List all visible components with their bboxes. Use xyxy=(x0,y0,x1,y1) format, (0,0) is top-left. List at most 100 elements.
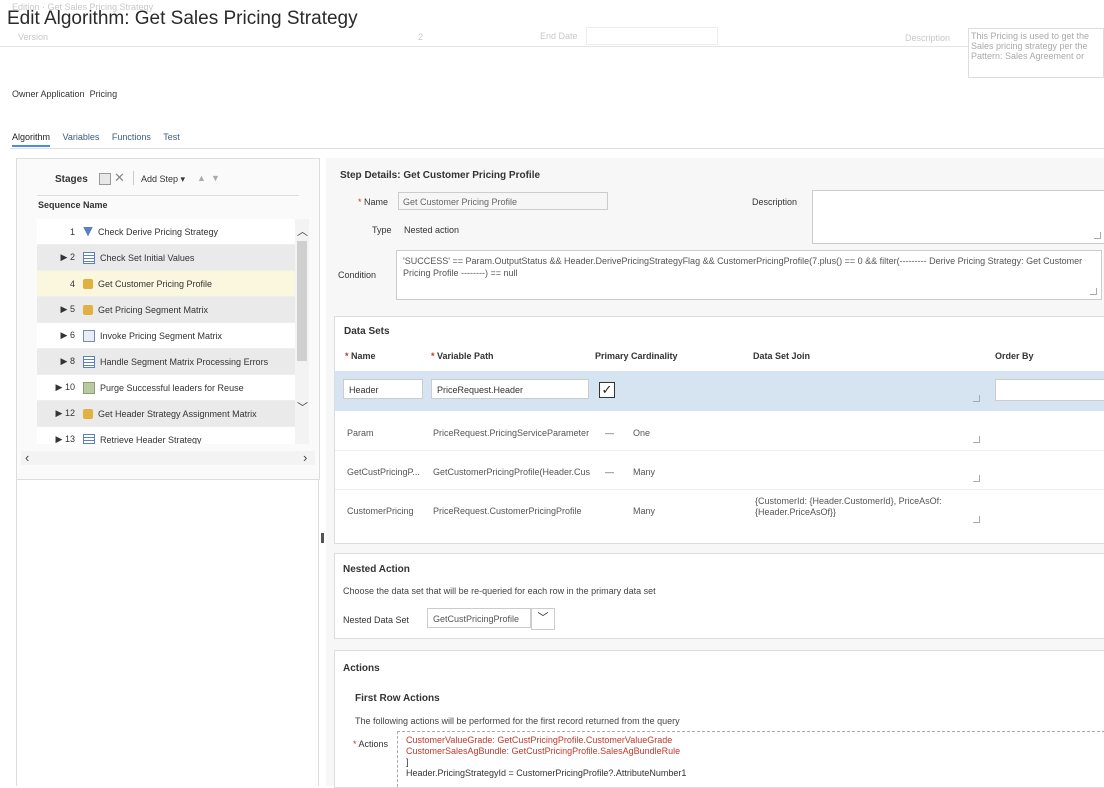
stage-seq: 13 xyxy=(64,434,75,444)
resize-handle[interactable] xyxy=(1090,288,1097,295)
version-label: Version xyxy=(18,32,49,42)
move-up-icon[interactable]: ▲ xyxy=(197,173,206,183)
filter-icon xyxy=(83,226,93,237)
order-by-input[interactable] xyxy=(995,379,1104,401)
vertical-scrollbar[interactable]: ︿ ﹀ xyxy=(295,219,309,444)
variable-path-input[interactable]: PriceRequest.Header xyxy=(431,379,589,399)
actions-panel: Actions First Row Actions The following … xyxy=(334,650,1104,788)
stages-title: Stages xyxy=(55,174,88,185)
scroll-thumb[interactable] xyxy=(297,241,307,361)
type-label: Type xyxy=(372,225,392,235)
col-primary: Primary xyxy=(595,351,629,361)
delete-icon[interactable]: ✕ xyxy=(114,170,125,186)
stage-row[interactable]: ▶ 12 Get Header Strategy Assignment Matr… xyxy=(37,401,295,427)
expand-icon[interactable]: ▶ xyxy=(61,330,68,340)
resize-handle[interactable] xyxy=(973,516,980,523)
stage-seq: 12 xyxy=(64,408,75,418)
chevron-down-icon[interactable]: ﹀ xyxy=(531,608,555,630)
stage-row[interactable]: ▶ 13 Retrieve Header Strategy xyxy=(37,427,295,444)
description-field-top[interactable]: This Pricing is used to get the Sales pr… xyxy=(968,28,1104,78)
table-row[interactable]: Param PriceRequest.PricingServiceParamet… xyxy=(335,412,1104,451)
tab-algorithm[interactable]: Algorithm xyxy=(12,132,51,147)
cardinality: Many xyxy=(633,506,656,516)
col-cardinality: Cardinality xyxy=(631,351,678,361)
end-date-input[interactable] xyxy=(586,27,718,45)
scroll-up-icon[interactable]: ︿ xyxy=(297,223,308,239)
primary-checkbox[interactable]: ✓ xyxy=(599,382,615,398)
scroll-right-icon[interactable]: › xyxy=(303,450,307,465)
splitter-handle[interactable] xyxy=(321,533,324,543)
scroll-left-icon[interactable]: ‹ xyxy=(25,450,29,465)
horizontal-scrollbar[interactable]: ‹ › xyxy=(21,450,315,465)
nested-data-set-select[interactable]: GetCustPricingProfile xyxy=(427,608,531,628)
table-icon xyxy=(83,433,95,444)
owner-application: Owner Application Pricing xyxy=(12,89,117,99)
stage-row[interactable]: ▶ 10 Purge Successful leaders for Reuse xyxy=(37,375,295,401)
divider xyxy=(318,480,319,786)
stage-name: Check Set Initial Values xyxy=(100,252,195,263)
lookup-icon xyxy=(83,304,93,315)
resize-handle[interactable] xyxy=(973,436,980,443)
toolbar-separator xyxy=(133,171,134,185)
expand-icon[interactable]: ▶ xyxy=(56,434,63,444)
tab-variables[interactable]: Variables xyxy=(63,132,100,142)
resize-handle[interactable] xyxy=(973,395,980,402)
add-step-button[interactable]: Add Step ▾ xyxy=(141,174,185,185)
stage-seq: 4 xyxy=(69,278,75,289)
col-data-set-join: Data Set Join xyxy=(753,351,811,361)
stage-name: Get Header Strategy Assignment Matrix xyxy=(98,408,257,419)
move-down-icon[interactable]: ▼ xyxy=(211,173,220,183)
stage-row[interactable]: 1 Check Derive Pricing Strategy xyxy=(37,219,295,245)
description-textarea[interactable] xyxy=(812,190,1104,244)
col-variable-path: Variable Path xyxy=(437,351,494,361)
expand-icon[interactable]: ▶ xyxy=(56,382,63,392)
owner-application-value: Pricing xyxy=(89,89,118,99)
resize-handle[interactable] xyxy=(1094,232,1101,239)
variable-path: PriceRequest.PricingServiceParameter xyxy=(433,428,590,438)
table-row[interactable]: GetCustPricingP... GetCustomerPricingPro… xyxy=(335,451,1104,490)
stage-row-selected[interactable]: 4 Get Customer Pricing Profile xyxy=(37,271,295,297)
stage-seq: 10 xyxy=(64,382,75,392)
dataset-name: CustomerPricing xyxy=(347,506,414,516)
actions-code-editor[interactable]: CustomerValueGrade: GetCustPricingProfil… xyxy=(397,731,1104,787)
stages-list: 1 Check Derive Pricing Strategy ▶ 2 Chec… xyxy=(37,219,295,444)
data-sets-header: * Name * Variable Path Primary Cardinali… xyxy=(345,351,1034,361)
actions-description: The following actions will be performed … xyxy=(355,716,680,726)
save-icon[interactable] xyxy=(99,173,111,185)
stage-row[interactable]: ▶ 8 Handle Segment Matrix Processing Err… xyxy=(37,349,295,375)
tab-functions[interactable]: Functions xyxy=(112,132,151,142)
expand-icon[interactable]: ▶ xyxy=(61,252,68,262)
stage-seq: 8 xyxy=(69,356,75,366)
stage-row[interactable]: ▶ 2 Check Set Initial Values xyxy=(37,245,295,271)
code-line: Header.PricingStrategyId = CustomerPrici… xyxy=(406,768,687,778)
tab-divider xyxy=(10,148,1104,149)
tab-test[interactable]: Test xyxy=(163,132,180,142)
purge-icon xyxy=(83,381,95,394)
expand-icon[interactable]: ▶ xyxy=(61,304,68,314)
description-text-2: Pattern: Sales Agreement or xyxy=(971,51,1085,61)
condition-textarea[interactable]: 'SUCCESS' == Param.OutputStatus && Heade… xyxy=(396,250,1102,300)
name-label: * Name xyxy=(358,197,389,207)
end-date-label: End Date xyxy=(540,31,578,41)
actions-title: Actions xyxy=(343,663,380,674)
version-value: 2 xyxy=(418,32,424,42)
stage-row[interactable]: ▶ 5 Get Pricing Segment Matrix xyxy=(37,297,295,323)
name-label-text: Name xyxy=(364,197,389,207)
resize-handle[interactable] xyxy=(973,475,980,482)
step-details-title: Step Details: Get Customer Pricing Profi… xyxy=(340,170,541,181)
primary-value: — xyxy=(605,428,614,438)
code-line: ] xyxy=(406,757,409,767)
dataset-name-input[interactable]: Header xyxy=(343,379,423,399)
cardinality: Many xyxy=(633,467,656,477)
data-sets-title: Data Sets xyxy=(344,326,390,337)
description-label: Description xyxy=(752,197,798,207)
expand-icon[interactable]: ▶ xyxy=(61,356,68,366)
stage-row[interactable]: ▶ 6 Invoke Pricing Segment Matrix xyxy=(37,323,295,349)
scroll-down-icon[interactable]: ﹀ xyxy=(297,399,308,415)
expand-icon[interactable]: ▶ xyxy=(56,408,63,418)
name-input[interactable]: Get Customer Pricing Profile xyxy=(398,192,608,210)
table-row-selected[interactable]: Header PriceRequest.Header ✓ xyxy=(335,371,1104,411)
lookup-icon xyxy=(83,408,93,419)
table-row[interactable]: CustomerPricing PriceRequest.CustomerPri… xyxy=(335,490,1104,534)
divider xyxy=(0,46,968,47)
